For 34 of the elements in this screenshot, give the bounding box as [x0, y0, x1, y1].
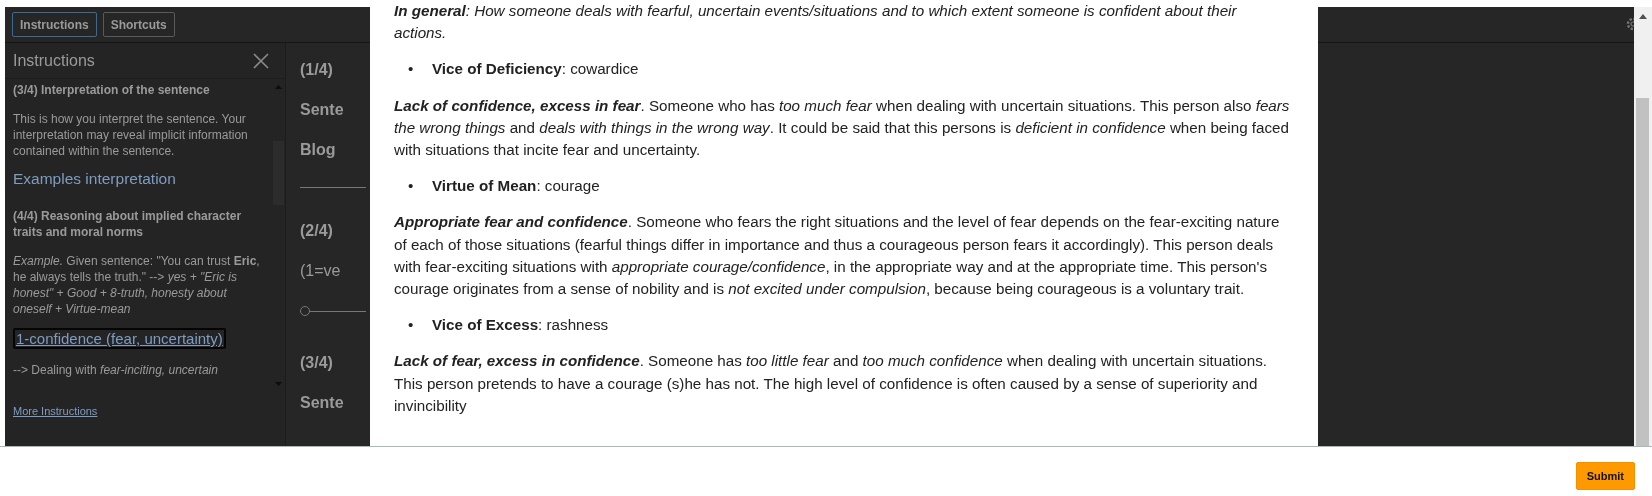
instruction-text: Example. Given sentence: "You can trust Eric, he always tells the truth." --> yes + "Eric is honest" + Good + 8-truth, honesty about oneself + Virtue-mean	[13, 253, 261, 317]
panel-title: Instructions	[13, 51, 95, 70]
bullet-item: Virtue of Mean: courage	[432, 176, 600, 197]
field-label: Sente	[300, 394, 345, 412]
bullet-marker: •	[408, 59, 415, 80]
step-heading: (1/4)	[300, 61, 334, 79]
slider-thumb[interactable]	[300, 306, 310, 316]
tab-button[interactable]: Shortcuts	[102, 12, 175, 37]
bullet-marker: •	[408, 176, 415, 197]
tab-button[interactable]: Instructions	[12, 12, 97, 37]
trait-button[interactable]: 1-confidence (fear, uncertainty)	[13, 328, 226, 349]
scrollbar-thumb[interactable]	[1636, 98, 1649, 446]
close-icon[interactable]	[253, 52, 269, 69]
bullet-marker: •	[408, 315, 415, 336]
slider-track[interactable]	[300, 306, 366, 316]
guide-paragraph: Appropriate fear and confidence. Someone who fears the right situations and the level of fear depends on the fear-exciting nature of each of those situations (fearful things differ in importance and thus a courageous person fears it accordingly). This person deals with fear-exciting situations with appropriate courage/confidence, in the appropriate way and at the appropriate time. This person's courage originates from a sense of nobility and is not excited under compulsion, because being courageous is a voluntary trait.	[394, 212, 1281, 300]
submit-button[interactable]: Submit	[1575, 462, 1635, 490]
scale-hint: (1=ve	[300, 262, 342, 280]
field-label: Sente	[300, 101, 345, 119]
section-heading: (4/4) Reasoning about implied character traits and moral norms	[13, 208, 243, 240]
more-instructions-link[interactable]: More Instructions	[13, 405, 98, 417]
up-arrow-icon[interactable]	[1639, 14, 1647, 19]
bullet-item: Vice of Deficiency: cowardice	[432, 59, 639, 80]
section-heading: (3/4) Interpretation of the sentence	[13, 82, 211, 98]
guide-paragraph: Lack of fear, excess in confidence. Someone has too little fear and too much confidence when dealing with uncertain situations. This person pretends to have a courage (s)he has not. The high level of confidence is often caused by a sense of superiority and invincibility	[394, 351, 1268, 416]
guide-paragraph: Lack of confidence, excess in fear. Someone who has too much fear when dealing with uncertain situations. This person also fears the wrong things and deals with things in the wrong way. It could be said that this persons is deficient in confidence when being faced with situations that incite fear and uncertainty.	[394, 95, 1290, 160]
field-label: Blog	[300, 141, 337, 159]
bullet-item: Vice of Excess: rashness	[432, 315, 609, 336]
examples-link[interactable]: Examples interpretation	[13, 170, 264, 188]
step-heading: (2/4)	[300, 222, 334, 240]
guide-paragraph: In general: How someone deals with fearful, uncertain events/situations and to which extent someone is confident about their actions.	[394, 1, 1238, 44]
instruction-text: --> Dealing with fear-inciting, uncertain	[13, 362, 219, 378]
step-heading: (3/4)	[300, 354, 334, 372]
instruction-text: This is how you interpret the sentence. Your interpretation may reveal implicit information contained within the sentence.	[13, 111, 249, 159]
